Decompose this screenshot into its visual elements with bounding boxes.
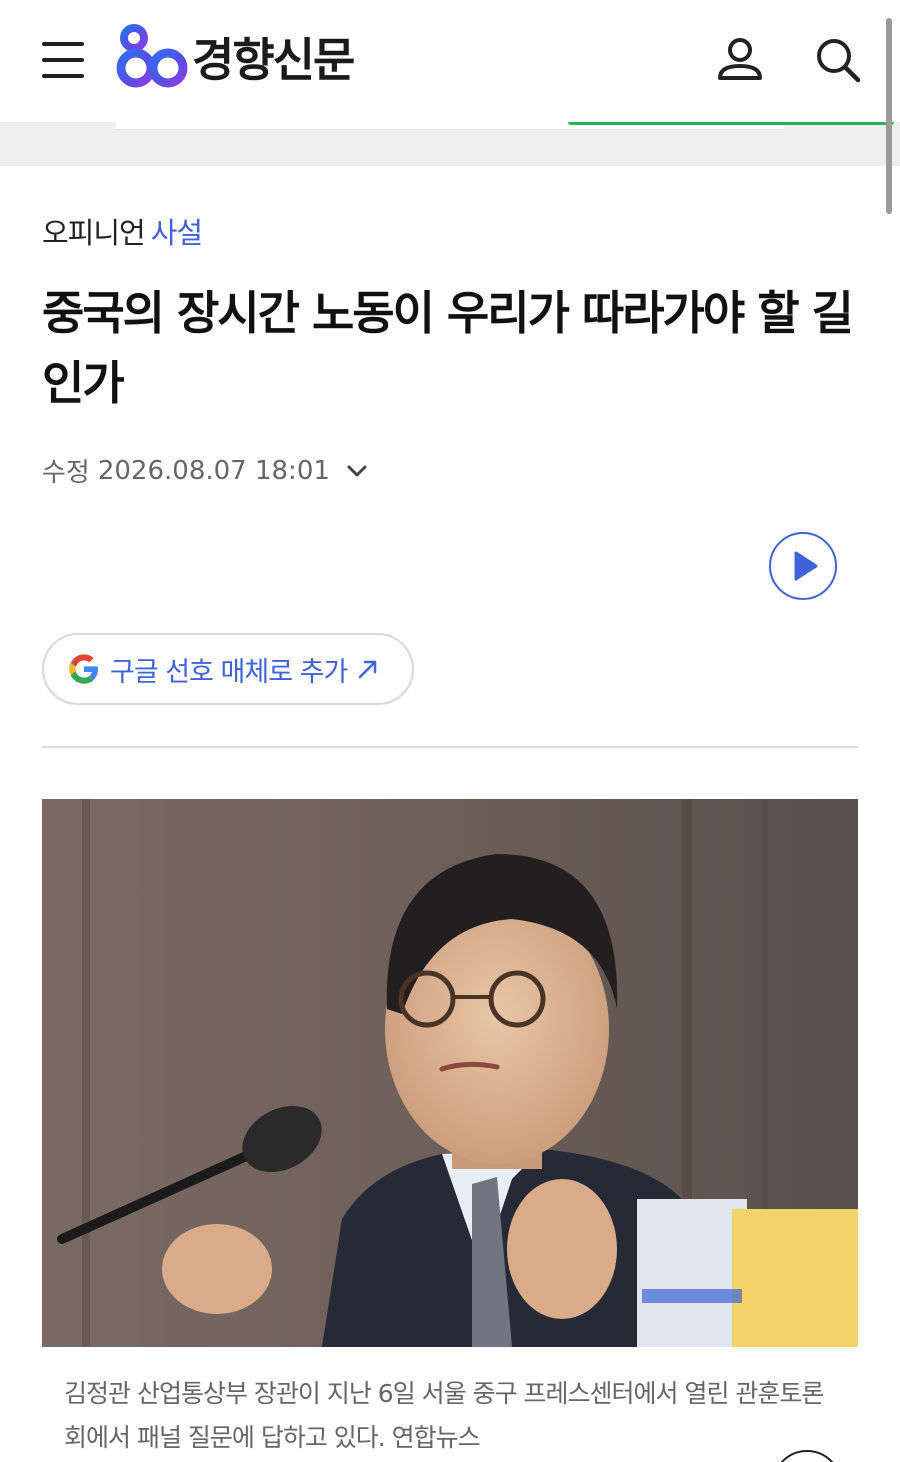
audio-play-button[interactable] xyxy=(769,532,837,600)
site-logo[interactable]: 경향신문 xyxy=(116,22,355,92)
top-banner-strip xyxy=(0,122,900,166)
photo-caption: 김정관 산업통상부 장관이 지난 6일 서울 중구 프레스센터에서 열린 관훈토… xyxy=(64,1379,824,1452)
search-icon[interactable] xyxy=(812,34,864,86)
section-label[interactable]: 오피니언 xyxy=(42,216,146,250)
banner-card xyxy=(116,122,894,130)
google-logo-icon xyxy=(69,654,98,684)
logo-mark-icon xyxy=(116,24,188,88)
chevron-down-icon[interactable] xyxy=(344,458,370,484)
site-header: 경향신문 xyxy=(0,0,900,122)
external-arrow-icon xyxy=(359,660,377,679)
subsection-label[interactable]: 사설 xyxy=(151,216,203,250)
modified-time: 2026.08.07 18:01 xyxy=(97,455,330,486)
article-title: 중국의 장시간 노동이 우리가 따라가야 할 길인가 xyxy=(42,286,854,410)
logo-text: 경향신문 xyxy=(192,33,355,87)
divider xyxy=(42,746,858,748)
article-photo[interactable] xyxy=(42,799,858,1347)
article-meta: 수정 2026.08.07 18:01 xyxy=(42,452,370,489)
google-preferred-source-button[interactable]: 구글 선호 매체로 추가 xyxy=(42,633,414,705)
breadcrumb: 오피니언 사설 xyxy=(42,210,203,252)
modified-label: 수정 xyxy=(42,458,90,488)
google-button-label: 구글 선호 매체로 추가 xyxy=(110,656,348,688)
scrollbar[interactable] xyxy=(886,18,892,214)
hamburger-menu-icon[interactable] xyxy=(42,40,86,80)
user-icon[interactable] xyxy=(714,34,766,86)
play-icon xyxy=(794,551,818,581)
banner-active-indicator xyxy=(568,122,894,125)
